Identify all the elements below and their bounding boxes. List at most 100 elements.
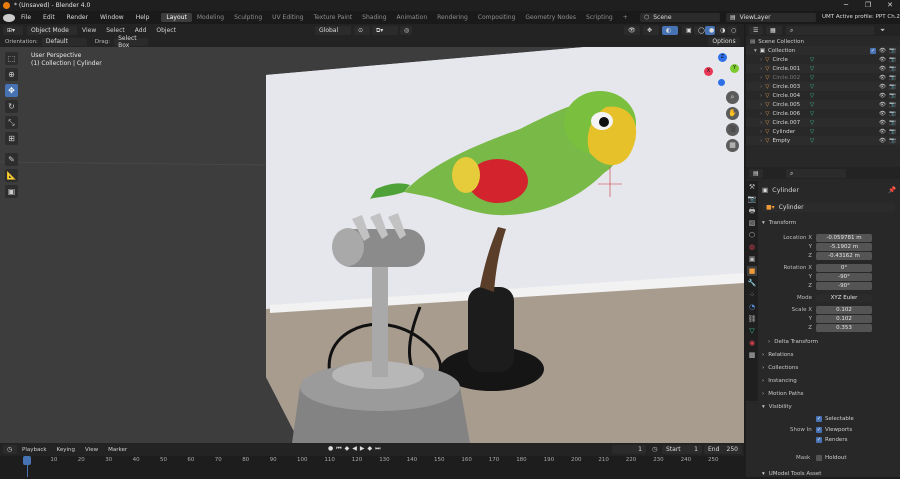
tab-uv-editing[interactable]: UV Editing xyxy=(267,13,308,22)
properties-search-input[interactable]: ⌕ xyxy=(786,169,846,178)
visibility-eye-icon[interactable]: 👁 xyxy=(879,120,886,126)
viewports-checkbox[interactable]: ✓ xyxy=(816,427,822,433)
rotation-x-field[interactable]: 0° xyxy=(816,263,872,272)
3d-viewport[interactable]: User Perspective (1) Collection | Cylind… xyxy=(0,47,744,443)
render-camera-icon[interactable]: 📷 xyxy=(889,120,896,126)
select-box-tool-icon[interactable]: ⬚ xyxy=(5,52,18,65)
measure-tool-icon[interactable]: 📐 xyxy=(5,169,18,182)
expand-chevron-icon[interactable]: › xyxy=(760,66,762,72)
location-y-field[interactable]: -5.1902 m xyxy=(816,242,872,251)
outliner-item[interactable]: › ▽ Circle ▽ 👁 📷 xyxy=(746,55,900,64)
tab-layout[interactable]: Layout xyxy=(161,13,192,22)
menu-playback[interactable]: Playback xyxy=(17,447,52,453)
render-camera-icon[interactable]: 📷 xyxy=(889,84,896,90)
material-tab-icon[interactable]: ◉ xyxy=(747,338,757,348)
gizmo-y-axis[interactable]: Y xyxy=(730,64,739,73)
jump-start-icon[interactable]: ⏮ xyxy=(336,445,341,453)
timeline-ruler[interactable]: 0102030405060708090100110120130140150160… xyxy=(0,456,744,477)
gizmo-z-axis[interactable]: Z xyxy=(718,53,727,62)
location-x-field[interactable]: -0.059781 m xyxy=(816,233,872,242)
tab-geometry-nodes[interactable]: Geometry Nodes xyxy=(520,13,581,22)
rotation-y-field[interactable]: -90° xyxy=(816,272,872,281)
outliner-scene-collection[interactable]: ▤ Scene Collection xyxy=(746,37,900,46)
scene-selector[interactable]: ⬡ Scene xyxy=(640,13,720,22)
menu-view[interactable]: View xyxy=(77,27,101,34)
tab-shading[interactable]: Shading xyxy=(357,13,391,22)
pivot-selector[interactable]: ⊙ xyxy=(354,26,370,35)
tab-animation[interactable]: Animation xyxy=(392,13,433,22)
visibility-eye-icon[interactable]: 👁 xyxy=(879,138,886,144)
menu-file[interactable]: File xyxy=(15,14,37,21)
expand-chevron-icon[interactable]: › xyxy=(760,129,762,135)
location-z-field[interactable]: -0.43162 m xyxy=(816,251,872,260)
preview-range-icon[interactable]: ◷ xyxy=(652,445,658,453)
tab-compositing[interactable]: Compositing xyxy=(473,13,521,22)
visibility-eye-icon[interactable]: 👁 xyxy=(879,57,886,63)
perspective-grid-icon[interactable]: ▦ xyxy=(726,139,739,152)
umodel-tools-section[interactable]: ▾ UModel Tools Asset xyxy=(762,469,897,479)
visibility-eye-icon[interactable]: 👁 xyxy=(879,111,886,117)
outliner-item[interactable]: › ▽ Circle.006 ▽ 👁 📷 xyxy=(746,109,900,118)
tool-tab-icon[interactable]: ⚒ xyxy=(747,182,757,192)
gizmo-neg-z[interactable] xyxy=(718,79,725,86)
visibility-eye-icon[interactable]: 👁 xyxy=(879,84,886,90)
holdout-checkbox[interactable] xyxy=(816,455,822,461)
scale-z-field[interactable]: 0.353 xyxy=(816,323,872,332)
scale-tool-icon[interactable]: ⤡ xyxy=(5,116,18,129)
render-camera-icon[interactable]: 📷 xyxy=(889,66,896,72)
texture-tab-icon[interactable]: ▩ xyxy=(747,350,757,360)
outliner-item[interactable]: › ▽ Cylinder ▽ 👁 📷 xyxy=(746,127,900,136)
start-frame-field[interactable]: Start 1 xyxy=(662,445,702,454)
collection-include-checkbox[interactable]: ✓ xyxy=(870,47,876,54)
shading-material[interactable]: ◑ xyxy=(716,26,726,35)
menu-timeline-view[interactable]: View xyxy=(80,447,103,453)
scale-y-field[interactable]: 0.102 xyxy=(816,314,872,323)
shading-wireframe[interactable]: ◯ xyxy=(694,26,705,35)
render-tab-icon[interactable]: 📷 xyxy=(747,194,757,204)
cursor-tool-icon[interactable]: ⊕ xyxy=(5,68,18,81)
expand-chevron-icon[interactable]: › xyxy=(760,138,762,144)
tab-modeling[interactable]: Modeling xyxy=(192,13,229,22)
current-frame-field[interactable]: 1 xyxy=(612,445,646,454)
selectable-checkbox[interactable]: ✓ xyxy=(816,416,822,422)
delta-transform-section[interactable]: › Delta Transform xyxy=(768,337,900,347)
expand-chevron-icon[interactable]: › xyxy=(760,93,762,99)
transform-section[interactable]: ▾ Transform xyxy=(762,218,897,228)
timeline-editor-icon[interactable]: ◷ xyxy=(3,445,17,454)
render-camera-icon[interactable]: 📷 xyxy=(889,93,896,99)
expand-chevron-icon[interactable]: › xyxy=(760,102,762,108)
jump-end-icon[interactable]: ⏭ xyxy=(375,445,380,453)
visibility-section[interactable]: ▾ Visibility xyxy=(762,402,897,412)
expand-chevron-icon[interactable]: › xyxy=(760,120,762,126)
pan-hand-icon[interactable]: ✋ xyxy=(726,107,739,120)
overlays-toggle[interactable]: ◐ xyxy=(662,26,678,35)
outliner-item[interactable]: › ▽ Circle.007 ▽ 👁 📷 xyxy=(746,118,900,127)
menu-help[interactable]: Help xyxy=(130,14,156,21)
play-icon[interactable]: ▶ xyxy=(360,445,365,453)
visibility-eye-icon[interactable]: 👁 xyxy=(879,102,886,108)
move-tool-icon[interactable]: ✥ xyxy=(5,84,18,97)
outliner-search-input[interactable]: ⌕ xyxy=(786,26,874,35)
viewlayer-selector[interactable]: ▤ ViewLayer xyxy=(726,13,816,22)
expand-chevron-icon[interactable]: › xyxy=(760,84,762,90)
outliner-collection[interactable]: ▾ ▣ Collection ✓ 👁 📷 xyxy=(746,46,900,55)
play-reverse-icon[interactable]: ◀ xyxy=(352,445,357,453)
prev-keyframe-icon[interactable]: ◆ xyxy=(345,445,350,453)
next-keyframe-icon[interactable]: ◆ xyxy=(368,445,373,453)
rotation-z-field[interactable]: -90° xyxy=(816,281,872,290)
mode-selector[interactable]: Object Mode xyxy=(27,25,77,35)
collection-render-icon[interactable]: 📷 xyxy=(889,48,896,54)
rotate-tool-icon[interactable]: ↻ xyxy=(5,100,18,113)
scale-x-field[interactable]: 0.102 xyxy=(816,305,872,314)
output-tab-icon[interactable]: 🖶 xyxy=(747,206,757,216)
shading-rendered[interactable]: ○ xyxy=(727,26,737,35)
blender-menu-icon[interactable] xyxy=(3,13,15,22)
expand-chevron-icon[interactable]: › xyxy=(760,75,762,81)
record-icon[interactable]: ● xyxy=(328,445,333,453)
camera-view-icon[interactable]: 🎥 xyxy=(726,123,739,136)
render-camera-icon[interactable]: 📷 xyxy=(889,102,896,108)
options-button[interactable]: Options xyxy=(708,37,740,46)
close-icon[interactable]: ✕ xyxy=(880,0,900,11)
rotation-mode-dropdown[interactable]: XYZ Euler xyxy=(816,293,872,302)
object-name-field[interactable]: ■▾ Cylinder xyxy=(762,203,895,212)
